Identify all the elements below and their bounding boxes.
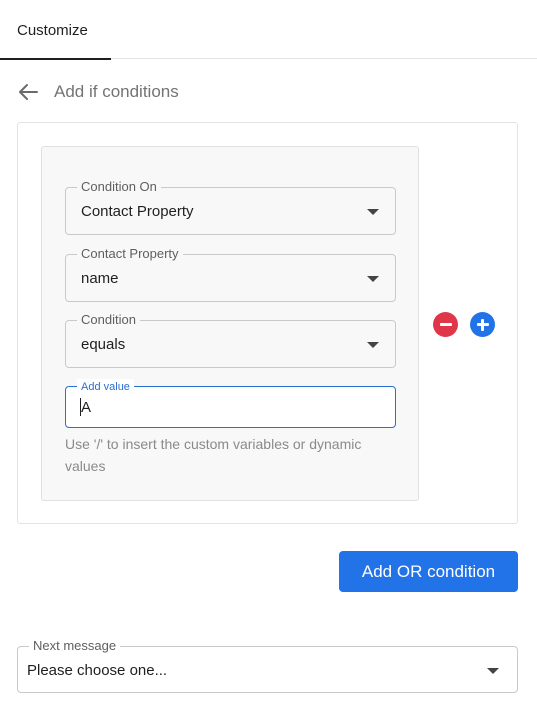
add-value-text: A xyxy=(81,399,92,416)
condition-on-select[interactable]: Condition On Contact Property xyxy=(65,179,396,235)
condition-on-value: Contact Property xyxy=(81,203,194,220)
condition-group-card: Condition On Contact Property Contact Pr… xyxy=(17,122,518,524)
add-value-label: Add value xyxy=(77,379,134,395)
remove-condition-button[interactable] xyxy=(433,312,458,337)
tab-bar: Customize xyxy=(0,0,537,60)
condition-select[interactable]: Condition equals xyxy=(65,312,396,368)
page-title: Add if conditions xyxy=(54,82,179,101)
arrow-left-icon[interactable] xyxy=(17,81,39,103)
condition-label: Condition xyxy=(77,312,140,328)
add-value-input[interactable]: Add value A xyxy=(65,379,396,428)
helper-text: Use '/' to insert the custom variables o… xyxy=(65,436,362,474)
chevron-down-icon xyxy=(367,276,379,282)
chevron-down-icon xyxy=(487,668,499,674)
minus-circle-icon xyxy=(439,323,452,326)
add-or-condition-label: Add OR condition xyxy=(361,561,496,581)
plus-circle-icon xyxy=(476,318,489,331)
page-header: Add if conditions xyxy=(17,78,179,106)
condition-card: Condition On Contact Property Contact Pr… xyxy=(41,146,419,501)
active-tab-indicator xyxy=(0,58,111,60)
next-message-label: Next message xyxy=(29,638,121,654)
tab-customize[interactable]: Customize xyxy=(0,0,111,60)
chevron-down-icon xyxy=(367,209,379,215)
chevron-down-icon xyxy=(367,342,379,348)
contact-property-select[interactable]: Contact Property name xyxy=(65,246,396,302)
tab-customize-label: Customize xyxy=(17,22,88,39)
add-or-condition-button[interactable]: Add OR condition xyxy=(339,551,518,592)
contact-property-label: Contact Property xyxy=(77,246,183,262)
next-message-select[interactable]: Next message Please choose one... xyxy=(17,638,518,693)
condition-value: equals xyxy=(81,336,126,353)
condition-on-label: Condition On xyxy=(77,179,161,195)
add-condition-button[interactable] xyxy=(470,312,495,337)
next-message-value: Please choose one... xyxy=(27,662,168,679)
contact-property-value: name xyxy=(81,270,119,287)
